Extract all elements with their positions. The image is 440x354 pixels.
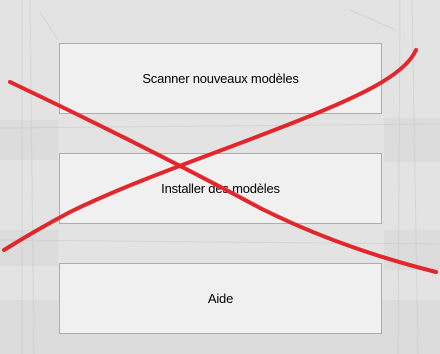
install-models-button[interactable]: Installer des modèles [59,153,382,224]
help-button[interactable]: Aide [59,263,382,334]
scan-new-models-button[interactable]: Scanner nouveaux modèles [59,43,382,114]
app-window: Scanner nouveaux modèles Installer des m… [0,0,440,354]
install-models-label: Installer des modèles [161,181,280,196]
help-label: Aide [207,291,234,306]
scan-new-models-label: Scanner nouveaux modèles [142,71,299,86]
